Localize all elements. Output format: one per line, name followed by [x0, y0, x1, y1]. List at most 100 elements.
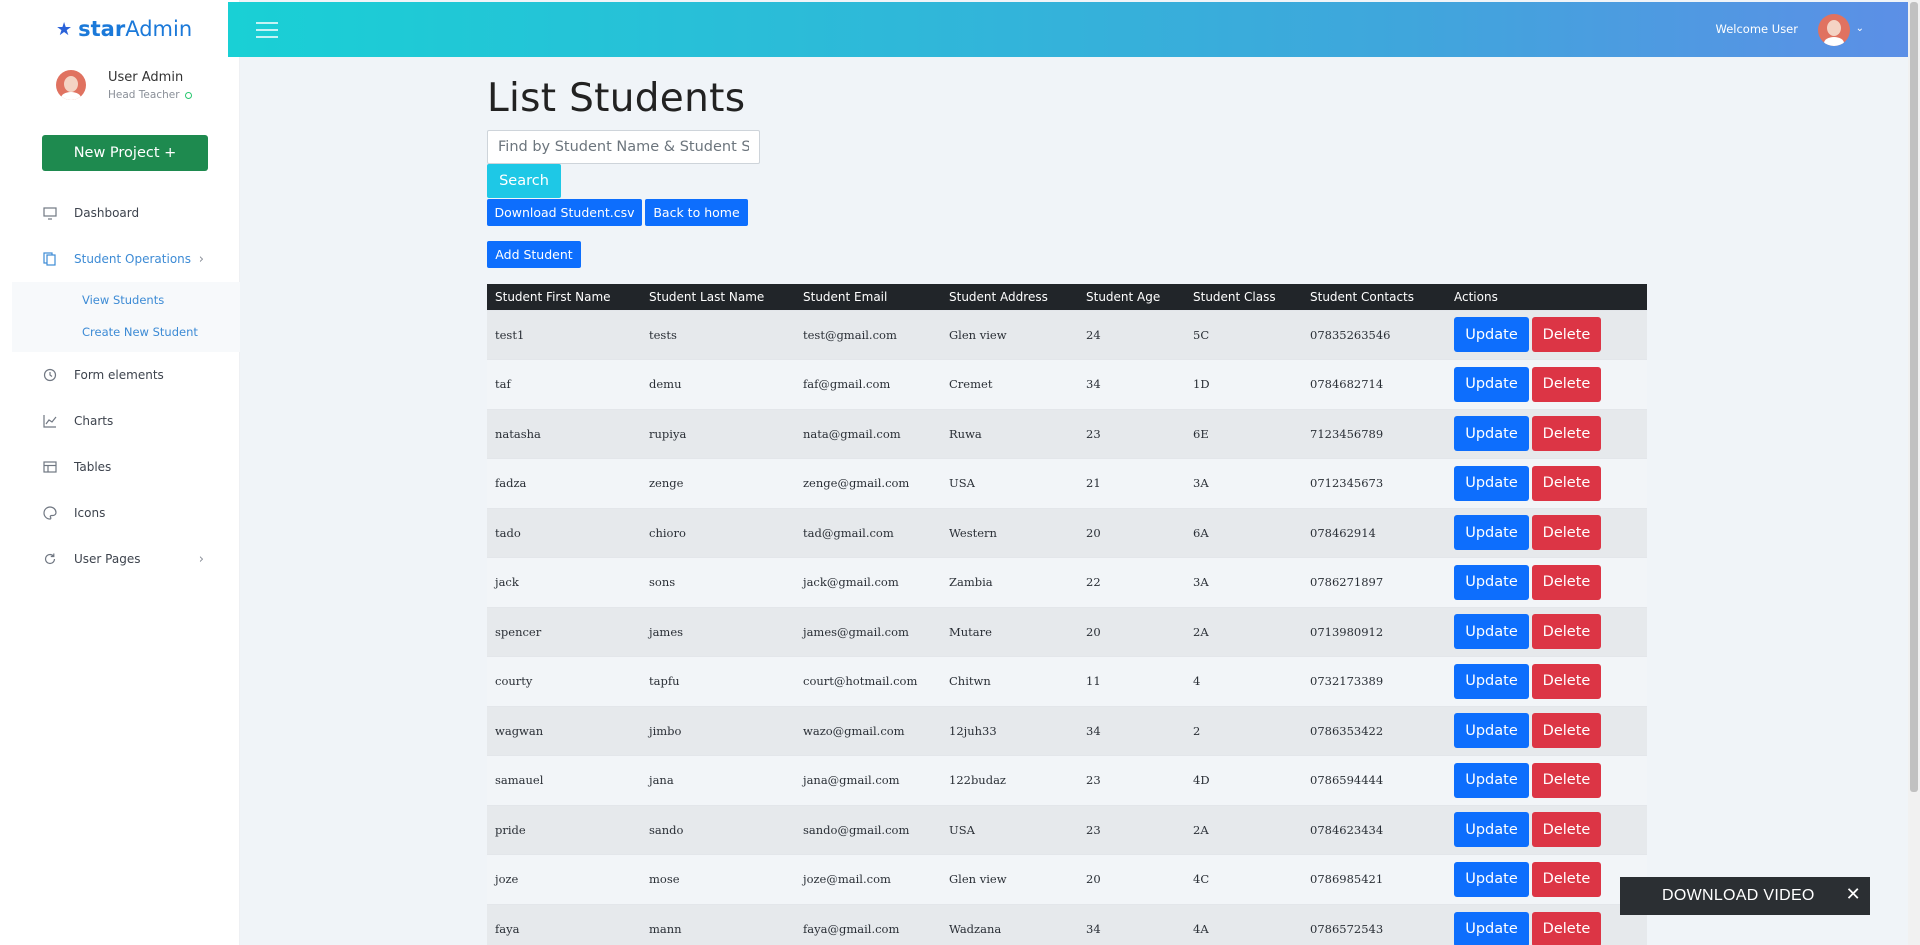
delete-button[interactable]: Delete	[1532, 911, 1601, 945]
table-cell: 1D	[1185, 359, 1302, 409]
delete-button[interactable]: Delete	[1532, 713, 1601, 749]
table-row: courty tapfu court@hotmail.com Chitwn 11 4 073…	[487, 656, 1647, 706]
table-cell: 0786271897	[1302, 557, 1446, 607]
column-header: Student Age	[1078, 284, 1185, 310]
update-button[interactable]: Update	[1454, 465, 1529, 501]
delete-button[interactable]: Delete	[1532, 861, 1601, 897]
update-button[interactable]: Update	[1454, 515, 1529, 551]
table-cell: samauel	[487, 755, 641, 805]
sidebar-nav: Dashboard Student Operations › View Stud…	[0, 190, 240, 582]
update-button[interactable]: Update	[1454, 713, 1529, 749]
table-cell: Cremet	[941, 359, 1078, 409]
download-csv-button[interactable]: Download Student.csv	[487, 199, 642, 226]
update-button[interactable]: Update	[1454, 911, 1529, 945]
user-avatar[interactable]	[1818, 14, 1850, 46]
table-cell: 23	[1078, 408, 1185, 459]
student-operations-submenu: View Students Create New Student	[12, 282, 240, 352]
table-cell: spencer	[487, 606, 641, 657]
table-cell: rupiya	[641, 408, 795, 459]
update-button[interactable]: Update	[1454, 663, 1529, 699]
delete-button[interactable]: Delete	[1532, 614, 1601, 650]
table-cell: USA	[941, 804, 1078, 855]
sidebar-item-form-elements[interactable]: Form elements	[0, 352, 240, 398]
sidebar-item-student-operations[interactable]: Student Operations ›	[0, 236, 240, 282]
update-button[interactable]: Update	[1454, 416, 1529, 452]
user-profile: User Admin Head Teacher	[0, 58, 239, 128]
delete-button[interactable]: Delete	[1532, 812, 1601, 848]
actions-cell: Update Delete	[1446, 903, 1647, 945]
delete-button[interactable]: Delete	[1532, 366, 1601, 402]
table-cell: 4	[1185, 656, 1302, 706]
delete-button[interactable]: Delete	[1532, 515, 1601, 551]
add-student-button[interactable]: Add Student	[487, 241, 581, 268]
table-cell: tests	[641, 309, 795, 360]
table-cell: zenge	[641, 458, 795, 508]
search-button[interactable]: Search	[487, 164, 561, 198]
table-cell: 07835263546	[1302, 309, 1446, 360]
update-button[interactable]: Update	[1454, 812, 1529, 848]
table-cell: 078462914	[1302, 507, 1446, 558]
avatar	[56, 70, 86, 100]
actions-cell: Update Delete	[1446, 458, 1647, 508]
table-cell: jimbo	[641, 705, 795, 756]
sidebar-item-dashboard[interactable]: Dashboard	[0, 190, 240, 236]
table-icon	[42, 459, 58, 475]
table-cell: Zambia	[941, 557, 1078, 607]
table-row: wagwan jimbo wazo@gmail.com 12juh33 34 2 07863…	[487, 705, 1647, 756]
table-cell: 34	[1078, 705, 1185, 756]
sidebar-item-icons[interactable]: Icons	[0, 490, 240, 536]
chevron-down-icon[interactable]: ⌄	[1856, 23, 1864, 34]
table-cell: courty	[487, 656, 641, 706]
search-input[interactable]	[487, 130, 760, 164]
table-cell: mann	[641, 903, 795, 945]
sidebar-item-user-pages[interactable]: User Pages ›	[0, 536, 240, 582]
table-cell: 0784682714	[1302, 359, 1446, 409]
table-cell: Ruwa	[941, 408, 1078, 459]
table-header-row: Student First Name Student Last Name Stu…	[487, 284, 1647, 310]
update-button[interactable]: Update	[1454, 762, 1529, 798]
update-button[interactable]: Update	[1454, 861, 1529, 897]
table-row: tado chioro tad@gmail.com Western 20 6A 078462…	[487, 507, 1647, 558]
table-row: pride sando sando@gmail.com USA 23 2A 07846234…	[487, 804, 1647, 855]
table-cell: 22	[1078, 557, 1185, 607]
scrollbar-thumb[interactable]	[1910, 2, 1918, 792]
plus-icon: +	[164, 145, 177, 161]
column-header: Student Email	[795, 284, 941, 310]
delete-button[interactable]: Delete	[1532, 663, 1601, 699]
delete-button[interactable]: Delete	[1532, 317, 1601, 353]
table-cell: 12juh33	[941, 705, 1078, 756]
update-button[interactable]: Update	[1454, 614, 1529, 650]
table-cell: jack	[487, 557, 641, 607]
back-to-home-button[interactable]: Back to home	[645, 199, 748, 226]
close-icon[interactable]: ✕	[1846, 885, 1861, 905]
new-project-button[interactable]: New Project +	[42, 135, 208, 171]
update-button[interactable]: Update	[1454, 317, 1529, 353]
update-button[interactable]: Update	[1454, 564, 1529, 600]
copy-icon	[42, 251, 58, 267]
update-button[interactable]: Update	[1454, 366, 1529, 402]
actions-cell: Update Delete	[1446, 507, 1647, 558]
refresh-icon	[42, 551, 58, 567]
column-header: Student First Name	[487, 284, 641, 310]
sidebar-item-label: Icons	[74, 506, 106, 520]
brand-logo[interactable]: ★ star Admin	[0, 0, 239, 58]
sidebar-item-label: Student Operations	[74, 252, 192, 266]
page-scrollbar[interactable]	[1908, 0, 1920, 945]
sidebar-subitem-view-students[interactable]: View Students	[12, 284, 240, 316]
table-cell: taf	[487, 359, 641, 409]
delete-button[interactable]: Delete	[1532, 465, 1601, 501]
delete-button[interactable]: Delete	[1532, 762, 1601, 798]
hamburger-menu-icon[interactable]	[256, 22, 278, 38]
table-row: test1 tests test@gmail.com Glen view 24 5C 078…	[487, 309, 1647, 360]
sidebar-subitem-create-new-student[interactable]: Create New Student	[12, 316, 240, 348]
delete-button[interactable]: Delete	[1532, 416, 1601, 452]
sidebar-item-charts[interactable]: Charts	[0, 398, 240, 444]
download-video-popup[interactable]: DOWNLOAD VIDEO ✕	[1620, 877, 1870, 915]
delete-button[interactable]: Delete	[1532, 564, 1601, 600]
table-cell: pride	[487, 804, 641, 855]
page-title: List Students	[487, 76, 746, 121]
table-cell: jana	[641, 755, 795, 805]
sidebar-item-label: Tables	[74, 460, 112, 474]
table-row: joze mose joze@mail.com Glen view 20 4C 078698…	[487, 854, 1647, 904]
sidebar-item-tables[interactable]: Tables	[0, 444, 240, 490]
